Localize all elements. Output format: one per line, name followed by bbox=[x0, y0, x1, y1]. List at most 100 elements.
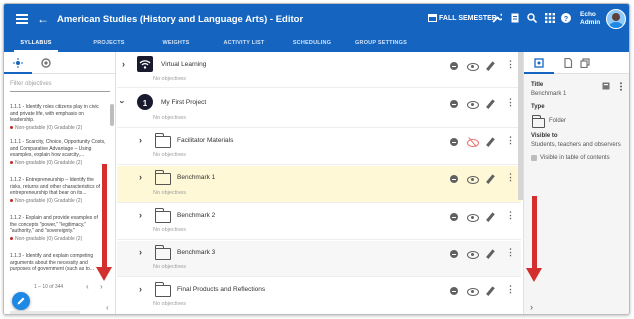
row-actions bbox=[443, 59, 515, 71]
tab-weights[interactable]: WEIGHTS bbox=[154, 34, 198, 52]
user-name[interactable]: Echo Admin bbox=[580, 11, 600, 27]
chevron-right-icon[interactable]: › bbox=[122, 59, 125, 69]
help-icon[interactable]: ? bbox=[561, 13, 571, 23]
chevron-right-icon[interactable]: › bbox=[139, 210, 142, 220]
annotation-arrow-icon bbox=[526, 196, 542, 282]
edit-fab-button[interactable] bbox=[12, 292, 30, 310]
objective-text: 1.1.3 - Identify and explain competing a… bbox=[10, 253, 94, 272]
wrench-icon[interactable] bbox=[492, 13, 502, 23]
prev-page-icon[interactable]: ‹ bbox=[86, 282, 89, 291]
visibility-icon[interactable] bbox=[467, 99, 479, 109]
more-icon[interactable] bbox=[503, 135, 515, 147]
remove-icon[interactable] bbox=[449, 286, 461, 296]
more-icon[interactable] bbox=[503, 59, 515, 71]
more-icon[interactable] bbox=[503, 97, 515, 109]
user-first-name: Echo bbox=[580, 11, 596, 18]
visibility-icon[interactable] bbox=[467, 286, 479, 296]
remove-icon[interactable] bbox=[449, 174, 461, 184]
visibility-icon[interactable] bbox=[467, 249, 479, 259]
remove-icon[interactable] bbox=[449, 99, 461, 109]
editor-tabs: SYLLABUS PROJECTS WEIGHTS ACTIVITY LIST … bbox=[4, 34, 629, 52]
syllabus-row[interactable]: › Virtual Learning No objectives bbox=[117, 52, 521, 88]
settings-circle-icon[interactable] bbox=[41, 58, 51, 68]
next-page-icon[interactable]: › bbox=[100, 282, 103, 291]
syllabus-row[interactable]: › Benchmark 3 No objectives bbox=[117, 241, 521, 277]
chevron-right-icon[interactable]: › bbox=[139, 284, 142, 294]
visible-toc-checkbox[interactable] bbox=[531, 155, 537, 161]
copy-icon[interactable] bbox=[580, 58, 590, 68]
visibility-off-icon[interactable] bbox=[467, 137, 479, 147]
tab-activity-list[interactable]: ACTIVITY LIST bbox=[218, 34, 270, 52]
editor-window: ← American Studies (History and Language… bbox=[3, 3, 630, 315]
syllabus-row-selected[interactable]: › Benchmark 1 No objectives bbox=[117, 166, 521, 203]
row-title[interactable]: Virtual Learning bbox=[161, 61, 206, 68]
more-icon[interactable] bbox=[503, 247, 515, 259]
syllabus-row[interactable]: › Benchmark 2 No objectives bbox=[117, 204, 521, 240]
document-icon[interactable] bbox=[510, 13, 520, 23]
semester-selector[interactable]: FALL SEMESTER bbox=[428, 14, 497, 22]
tab-group-settings[interactable]: GROUP SETTINGS bbox=[350, 34, 412, 52]
edit-icon[interactable] bbox=[485, 61, 497, 71]
edit-icon[interactable] bbox=[485, 99, 497, 109]
objective-item[interactable]: 1.1.2 - Explain and provide examples of … bbox=[10, 215, 106, 242]
row-subtitle: No objectives bbox=[153, 301, 187, 307]
row-title[interactable]: Final Products and Reflections bbox=[177, 286, 265, 293]
chevron-right-icon[interactable]: › bbox=[139, 135, 142, 145]
title-field-icon[interactable] bbox=[602, 82, 610, 90]
title-label: Title bbox=[531, 82, 544, 88]
avatar[interactable] bbox=[606, 9, 626, 29]
more-icon[interactable] bbox=[503, 284, 515, 296]
tab-syllabus[interactable]: SYLLABUS bbox=[14, 34, 58, 52]
search-icon[interactable] bbox=[527, 13, 537, 23]
row-title[interactable]: Benchmark 3 bbox=[177, 249, 215, 256]
apps-grid-icon[interactable] bbox=[545, 13, 555, 23]
objective-item[interactable]: 1.1.1 - Identify roles citizens play in … bbox=[10, 104, 106, 131]
remove-icon[interactable] bbox=[449, 61, 461, 71]
chevron-right-icon[interactable]: › bbox=[139, 247, 142, 257]
objective-item[interactable]: 1.1.1 - Scarcity, Choice, Opportunity Co… bbox=[10, 139, 106, 166]
more-vertical-icon[interactable] bbox=[618, 82, 624, 91]
settings-square-icon bbox=[534, 58, 544, 68]
objective-item[interactable]: 1.1.2 - Entrepreneurship – Identify the … bbox=[10, 177, 106, 204]
visibility-icon[interactable] bbox=[467, 212, 479, 222]
row-subtitle: No objectives bbox=[153, 264, 187, 270]
edit-icon[interactable] bbox=[485, 249, 497, 259]
visibility-icon[interactable] bbox=[467, 61, 479, 71]
syllabus-row[interactable]: › Final Products and Reflections No obje… bbox=[117, 278, 521, 314]
chevron-down-icon[interactable]: › bbox=[118, 101, 128, 104]
edit-icon[interactable] bbox=[485, 286, 497, 296]
svg-text:?: ? bbox=[564, 16, 568, 23]
filter-objectives-input[interactable]: Filter objectives bbox=[10, 78, 110, 92]
tab-scheduling[interactable]: SCHEDULING bbox=[286, 34, 338, 52]
title-value[interactable]: Benchmark 1 bbox=[531, 91, 566, 97]
collapse-left-panel-icon[interactable]: ‹ bbox=[106, 303, 109, 312]
edit-icon[interactable] bbox=[485, 174, 497, 184]
syllabus-row[interactable]: › 1 My First Project No objectives bbox=[117, 89, 521, 128]
tab-properties[interactable] bbox=[524, 52, 554, 74]
row-title[interactable]: Benchmark 2 bbox=[177, 212, 215, 219]
expand-right-panel-icon[interactable]: › bbox=[530, 302, 533, 312]
objective-item[interactable]: 1.1.3 - Identify and explain competing a… bbox=[10, 253, 106, 275]
tab-projects[interactable]: PROJECTS bbox=[86, 34, 132, 52]
menu-icon[interactable] bbox=[16, 14, 28, 24]
remove-icon[interactable] bbox=[449, 137, 461, 147]
row-title[interactable]: Facilitator Materials bbox=[177, 137, 233, 144]
file-icon[interactable] bbox=[563, 58, 573, 68]
visibility-icon[interactable] bbox=[467, 174, 479, 184]
row-title[interactable]: Benchmark 1 bbox=[177, 174, 215, 181]
row-subtitle: No objectives bbox=[153, 227, 187, 233]
back-arrow-icon[interactable]: ← bbox=[37, 12, 49, 26]
type-label: Type bbox=[531, 104, 545, 110]
remove-icon[interactable] bbox=[449, 212, 461, 222]
chevron-right-icon[interactable]: › bbox=[139, 172, 142, 182]
tab-objectives[interactable] bbox=[4, 52, 32, 74]
row-title[interactable]: My First Project bbox=[161, 99, 206, 106]
more-icon[interactable] bbox=[503, 172, 515, 184]
remove-icon[interactable] bbox=[449, 249, 461, 259]
syllabus-row[interactable]: › Facilitator Materials No objectives bbox=[117, 129, 521, 165]
more-icon[interactable] bbox=[503, 210, 515, 222]
objectives-scrollbar[interactable] bbox=[110, 104, 114, 126]
row-actions bbox=[443, 284, 515, 296]
edit-icon[interactable] bbox=[485, 137, 497, 147]
edit-icon[interactable] bbox=[485, 212, 497, 222]
